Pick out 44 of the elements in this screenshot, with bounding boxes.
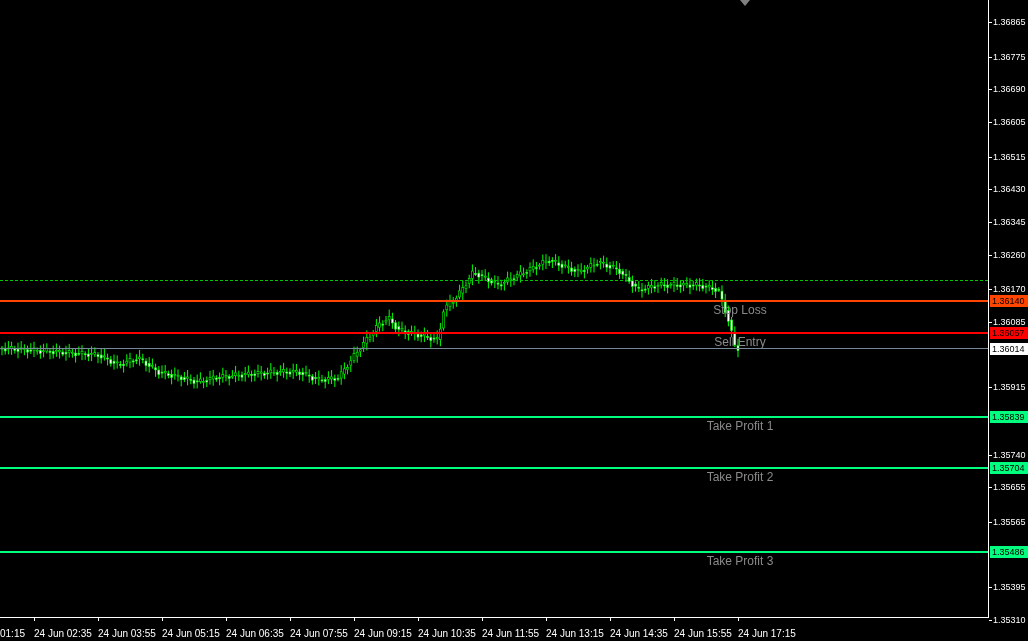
price-tick-label: 1.36260 (993, 248, 1026, 261)
time-tick-label: 24 Jun 03:55 (98, 628, 156, 640)
order-label: Take Profit 2 (705, 470, 775, 485)
time-tick-label: 24 Jun 13:15 (546, 628, 604, 640)
price-tag: 1.36014 (990, 343, 1028, 356)
order-label: Take Profit 3 (705, 554, 775, 569)
bid-line[interactable] (0, 348, 988, 350)
time-tick-label: 24 Jun 05:15 (162, 628, 220, 640)
price-tick-label: 1.36515 (993, 150, 1026, 163)
price-tick-label: 1.36775 (993, 50, 1026, 63)
price-tick-label: 1.35395 (993, 581, 1026, 594)
time-tick-label: 24 Jun 09:15 (354, 628, 412, 640)
time-tick-label: 24 Jun 06:35 (226, 628, 284, 640)
price-tag: 1.35704 (990, 462, 1028, 475)
price-tick-label: 1.36085 (993, 315, 1026, 328)
order-line[interactable] (0, 551, 988, 554)
price-tag: 1.36140 (990, 294, 1028, 307)
time-tick-label: 24 Jun 14:35 (610, 628, 668, 640)
shift-marker-icon (740, 0, 750, 6)
order-line[interactable] (0, 415, 988, 418)
price-tick-label: 1.36865 (993, 16, 1026, 28)
price-tick-label: 1.36605 (993, 116, 1026, 128)
price-tag: 1.35839 (990, 410, 1028, 423)
order-label: Take Profit 1 (705, 418, 775, 433)
price-tick-label: 1.35565 (993, 515, 1026, 528)
time-tick-label: 01:15 (0, 628, 26, 640)
order-line[interactable] (0, 467, 988, 470)
price-tick-label: 1.36690 (993, 83, 1026, 96)
time-tick-label: 24 Jun 10:35 (418, 628, 476, 640)
price-tag: 1.35486 (990, 546, 1028, 559)
price-tick-label: 1.36345 (993, 215, 1026, 228)
price-tick-label: 1.36170 (993, 283, 1026, 296)
order-line[interactable] (0, 299, 988, 302)
time-tick-label: 24 Jun 07:55 (290, 628, 348, 640)
time-tick-label: 24 Jun 17:15 (738, 628, 796, 640)
price-tag: 1.36057 (990, 326, 1028, 339)
price-tick-label: 1.36430 (993, 183, 1026, 196)
time-tick-label: 24 Jun 02:35 (34, 628, 92, 640)
price-tick-label: 1.35915 (993, 381, 1026, 394)
time-tick-label: 24 Jun 11:55 (482, 628, 540, 640)
time-tick-label: 24 Jun 15:55 (674, 628, 732, 640)
price-tick-label: 1.35740 (993, 448, 1026, 461)
price-tick-label: 1.35655 (993, 481, 1026, 494)
price-tick-label: 1.35310 (993, 614, 1026, 626)
